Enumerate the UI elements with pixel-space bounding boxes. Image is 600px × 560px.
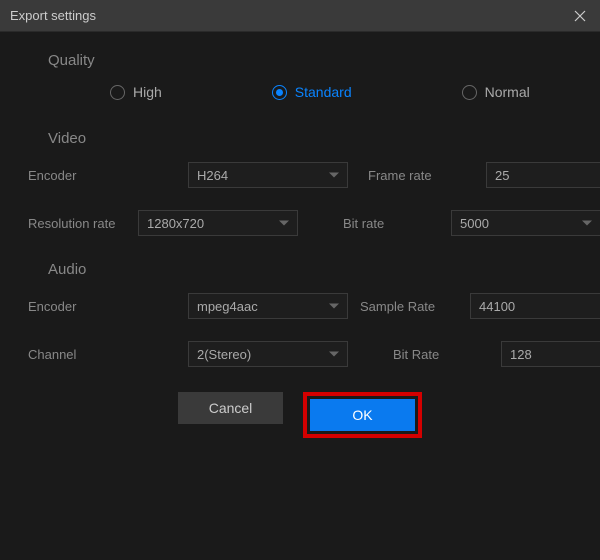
video-resolution-value: 1280x720 <box>147 216 204 231</box>
radio-icon <box>462 85 477 100</box>
video-framerate-select[interactable]: 25 <box>486 162 600 188</box>
video-resolution-select[interactable]: 1280x720 <box>138 210 298 236</box>
video-bitrate-value: 5000 <box>460 216 489 231</box>
close-button[interactable] <box>570 6 590 26</box>
video-resolution-label: Resolution rate <box>28 216 128 231</box>
radio-icon <box>110 85 125 100</box>
chevron-down-icon <box>279 221 289 226</box>
video-bitrate-label: Bit rate <box>343 216 443 231</box>
video-heading: Video <box>48 130 580 147</box>
window-title: Export settings <box>10 8 96 23</box>
quality-radio-normal[interactable]: Normal <box>462 84 530 100</box>
audio-samplerate-select[interactable]: 44100 <box>470 293 600 319</box>
quality-heading: Quality <box>48 52 580 69</box>
quality-normal-label: Normal <box>485 84 530 100</box>
video-encoder-select[interactable]: H264 <box>188 162 348 188</box>
ok-highlight: OK <box>303 392 422 438</box>
video-framerate-label: Frame rate <box>368 168 468 183</box>
titlebar: Export settings <box>0 0 600 32</box>
video-bitrate-select[interactable]: 5000 <box>451 210 600 236</box>
chevron-down-icon <box>329 304 339 309</box>
audio-samplerate-label: Sample Rate <box>360 299 460 314</box>
audio-samplerate-value: 44100 <box>479 299 515 314</box>
video-encoder-label: Encoder <box>28 168 128 183</box>
video-framerate-value: 25 <box>495 168 509 183</box>
audio-bitrate-value: 128 <box>510 347 532 362</box>
audio-encoder-select[interactable]: mpeg4aac <box>188 293 348 319</box>
quality-radio-standard[interactable]: Standard <box>272 84 352 100</box>
chevron-down-icon <box>582 221 592 226</box>
audio-bitrate-label: Bit Rate <box>393 347 493 362</box>
audio-channel-value: 2(Stereo) <box>197 347 251 362</box>
audio-encoder-label: Encoder <box>28 299 128 314</box>
audio-channel-select[interactable]: 2(Stereo) <box>188 341 348 367</box>
chevron-down-icon <box>329 173 339 178</box>
chevron-down-icon <box>329 352 339 357</box>
audio-bitrate-select[interactable]: 128 <box>501 341 600 367</box>
video-encoder-value: H264 <box>197 168 228 183</box>
quality-standard-label: Standard <box>295 84 352 100</box>
cancel-button[interactable]: Cancel <box>178 392 283 424</box>
audio-channel-label: Channel <box>28 347 128 362</box>
audio-encoder-value: mpeg4aac <box>197 299 258 314</box>
ok-button[interactable]: OK <box>310 399 415 431</box>
close-icon <box>574 10 586 22</box>
quality-radio-high[interactable]: High <box>110 84 162 100</box>
quality-high-label: High <box>133 84 162 100</box>
audio-heading: Audio <box>48 261 580 278</box>
radio-icon <box>272 85 287 100</box>
